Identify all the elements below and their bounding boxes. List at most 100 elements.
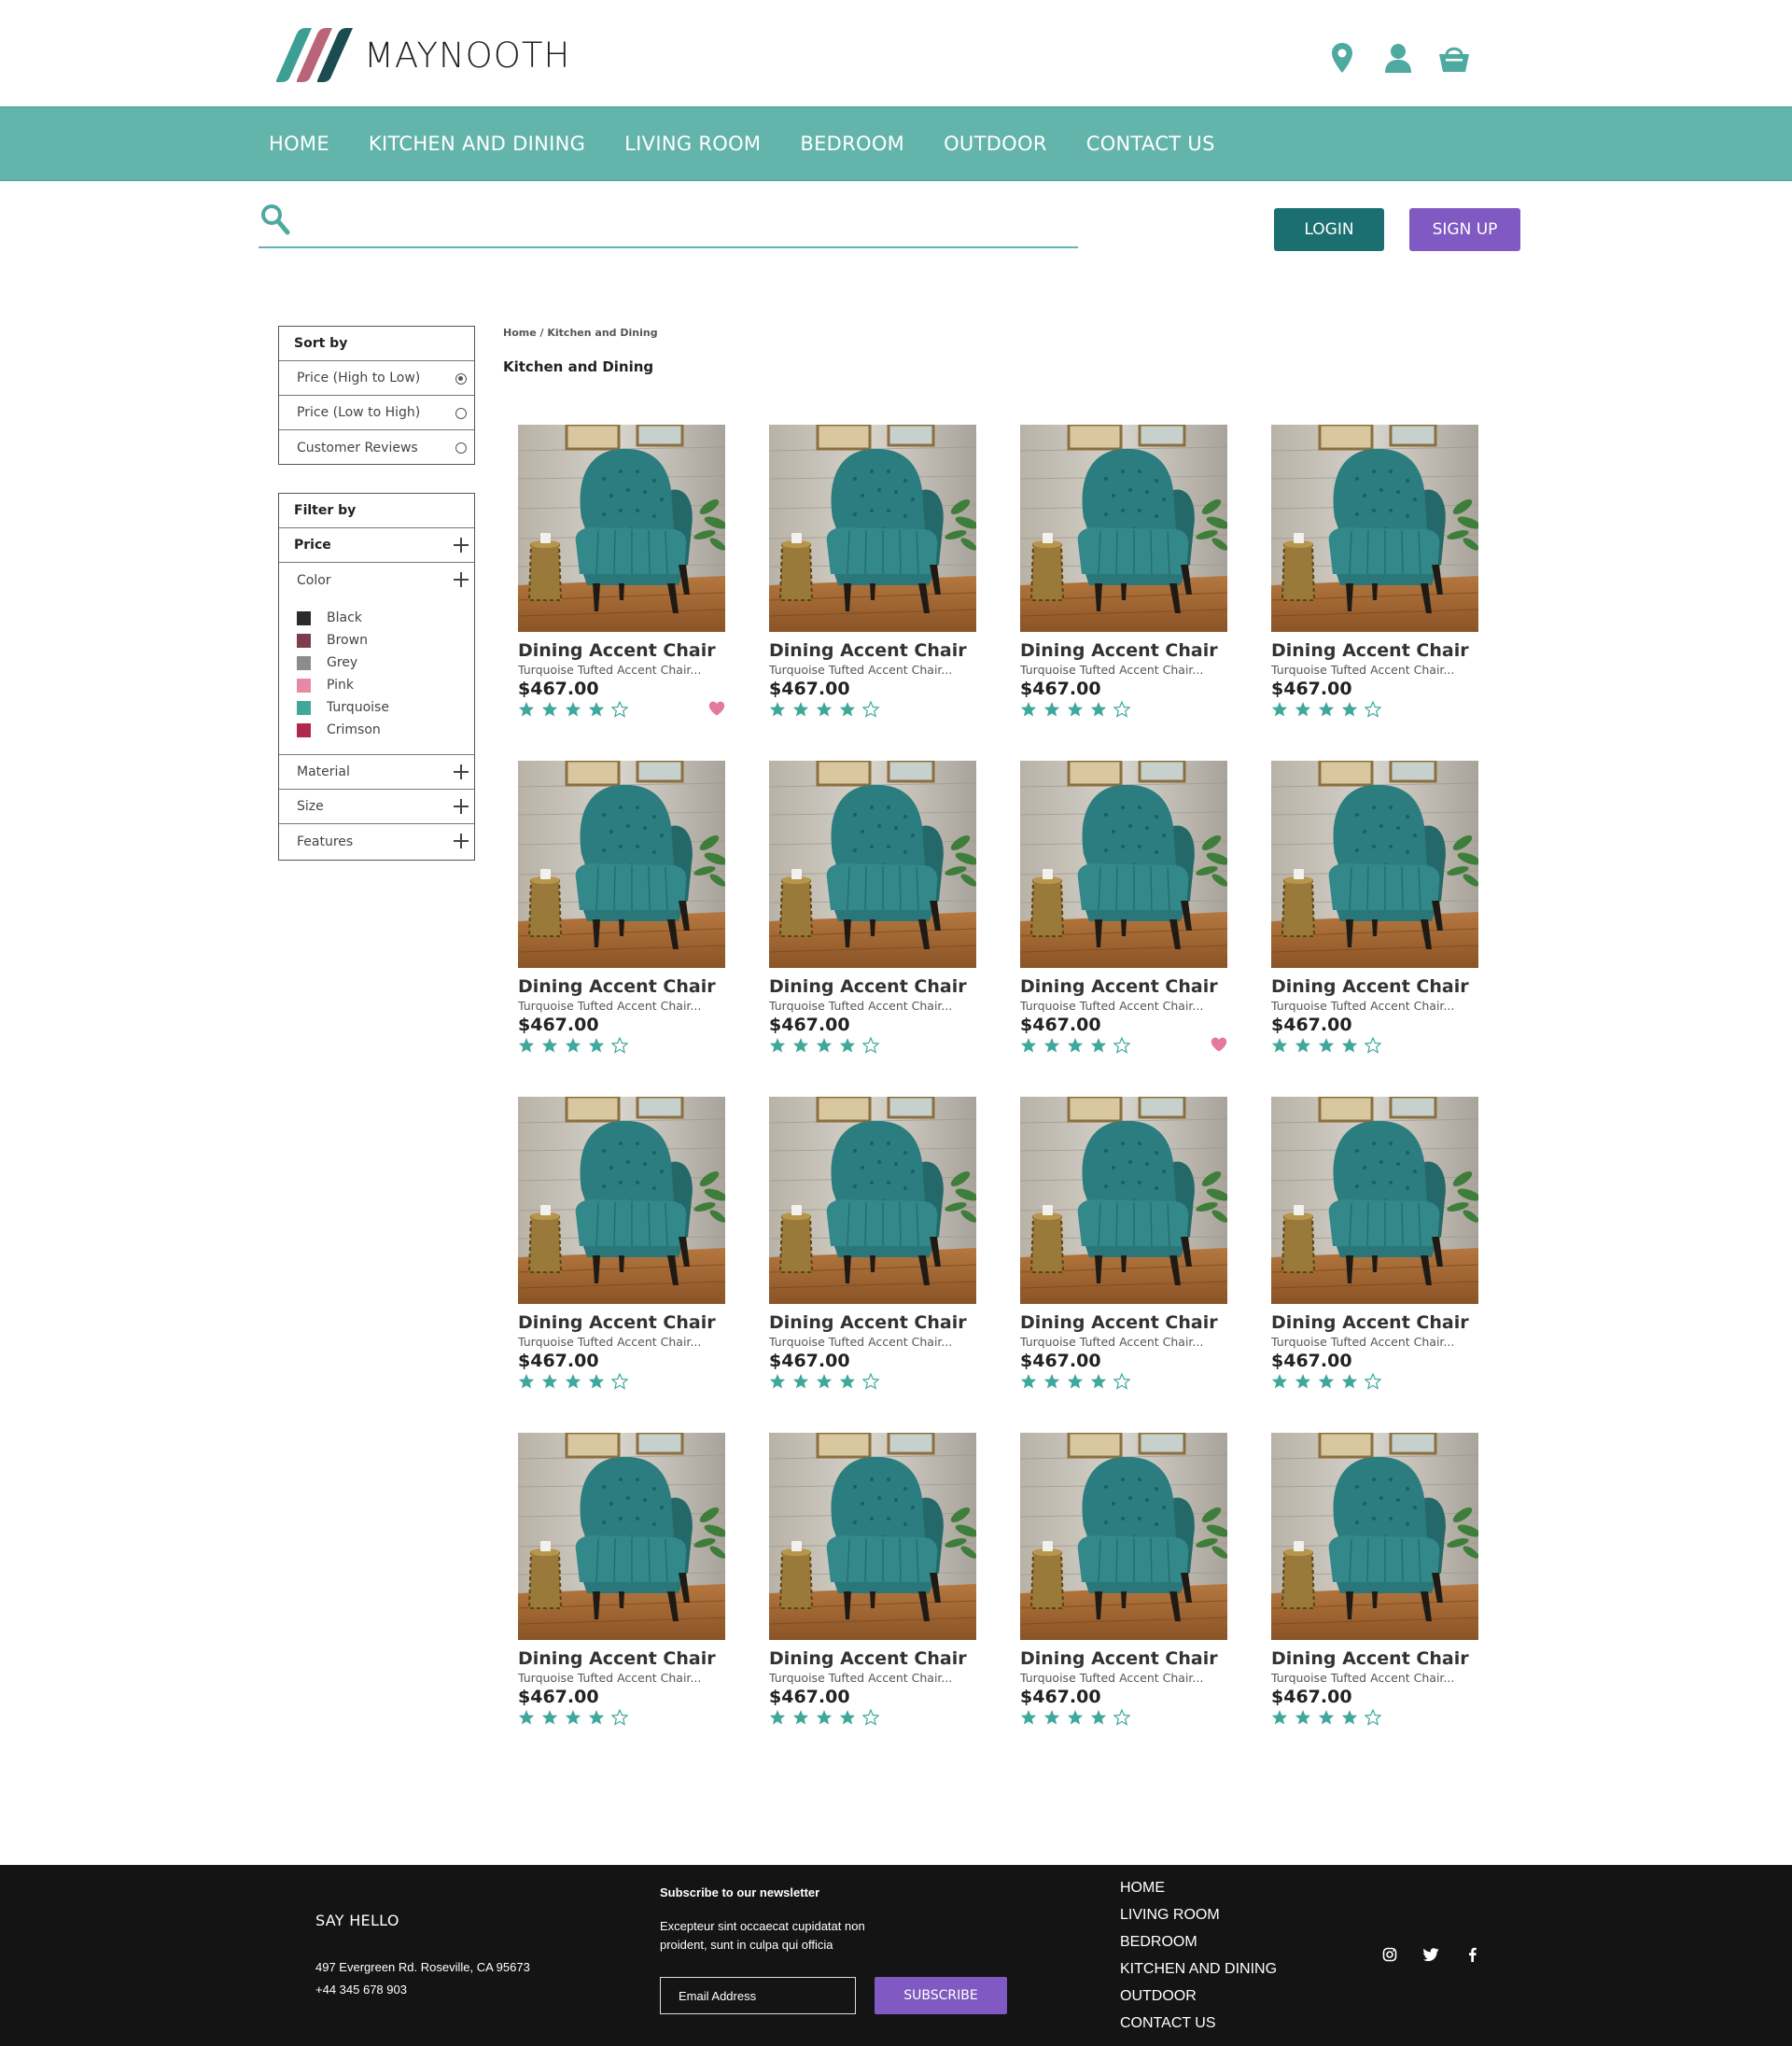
product-card[interactable]: Dining Accent Chair Turquoise Tufted Acce… <box>769 425 976 718</box>
expand-plus-icon[interactable] <box>454 834 469 848</box>
footer-link-contact-us[interactable]: CONTACT US <box>1120 2014 1277 2041</box>
footer-link-outdoor[interactable]: OUTDOOR <box>1120 1987 1277 2014</box>
product-image[interactable] <box>518 1433 725 1640</box>
footer-link-home[interactable]: HOME <box>1120 1879 1277 1906</box>
product-card[interactable]: Dining Accent Chair Turquoise Tufted Acce… <box>1020 425 1227 718</box>
product-name[interactable]: Dining Accent Chair <box>769 640 976 661</box>
nav-item-contact-us[interactable]: CONTACT US <box>1086 133 1215 155</box>
expand-plus-icon[interactable] <box>454 764 469 779</box>
product-image[interactable] <box>769 425 976 632</box>
sort-option-customer-reviews[interactable]: Customer Reviews <box>279 430 474 465</box>
heart-favorite-icon[interactable] <box>708 701 725 716</box>
product-name[interactable]: Dining Accent Chair <box>769 976 976 997</box>
expand-plus-icon[interactable] <box>454 799 469 814</box>
product-name[interactable]: Dining Accent Chair <box>518 640 725 661</box>
product-image[interactable] <box>1271 1433 1478 1640</box>
product-card[interactable]: Dining Accent Chair Turquoise Tufted Acce… <box>518 761 725 1054</box>
product-image[interactable] <box>769 1097 976 1304</box>
search-input[interactable] <box>305 203 1061 237</box>
sort-option-price-low-high[interactable]: Price (Low to High) <box>279 396 474 430</box>
product-name[interactable]: Dining Accent Chair <box>1271 1648 1478 1669</box>
nav-item-bedroom[interactable]: BEDROOM <box>800 133 904 155</box>
product-image[interactable] <box>1271 1097 1478 1304</box>
filter-material[interactable]: Material <box>279 755 474 790</box>
login-button[interactable]: LOGIN <box>1274 208 1384 251</box>
product-name[interactable]: Dining Accent Chair <box>518 976 725 997</box>
sort-option-price-high-low[interactable]: Price (High to Low) <box>279 361 474 396</box>
user-icon[interactable] <box>1381 39 1415 77</box>
radio-selected-icon[interactable] <box>455 373 467 385</box>
breadcrumb-home[interactable]: Home <box>503 327 537 339</box>
footer-link-living-room[interactable]: LIVING ROOM <box>1120 1906 1277 1933</box>
color-option-brown[interactable]: Brown <box>297 629 474 652</box>
color-option-turquoise[interactable]: Turquoise <box>297 696 474 719</box>
color-option-crimson[interactable]: Crimson <box>297 719 474 741</box>
instagram-icon[interactable] <box>1381 1946 1398 1963</box>
product-card[interactable]: Dining Accent Chair Turquoise Tufted Acce… <box>769 1433 976 1726</box>
product-name[interactable]: Dining Accent Chair <box>769 1312 976 1333</box>
expand-plus-icon[interactable] <box>454 538 469 553</box>
product-name[interactable]: Dining Accent Chair <box>1020 976 1227 997</box>
product-image[interactable] <box>769 1433 976 1640</box>
product-card[interactable]: Dining Accent Chair Turquoise Tufted Acce… <box>1271 761 1478 1054</box>
product-card[interactable]: Dining Accent Chair Turquoise Tufted Acce… <box>1271 1097 1478 1390</box>
product-card[interactable]: Dining Accent Chair Turquoise Tufted Acce… <box>1020 761 1227 1054</box>
nav-item-outdoor[interactable]: OUTDOOR <box>944 133 1047 155</box>
twitter-icon[interactable] <box>1422 1946 1439 1963</box>
product-name[interactable]: Dining Accent Chair <box>1020 640 1227 661</box>
nav-item-living-room[interactable]: LIVING ROOM <box>624 133 761 155</box>
product-card[interactable]: Dining Accent Chair Turquoise Tufted Acce… <box>518 425 725 718</box>
expand-plus-icon[interactable] <box>454 572 469 587</box>
product-name[interactable]: Dining Accent Chair <box>1271 640 1478 661</box>
product-card[interactable]: Dining Accent Chair Turquoise Tufted Acce… <box>769 761 976 1054</box>
star-empty-icon <box>1365 701 1381 718</box>
product-card[interactable]: Dining Accent Chair Turquoise Tufted Acce… <box>1020 1097 1227 1390</box>
product-image[interactable] <box>1020 1097 1227 1304</box>
product-image[interactable] <box>1020 425 1227 632</box>
product-card[interactable]: Dining Accent Chair Turquoise Tufted Acce… <box>769 1097 976 1390</box>
product-card[interactable]: Dining Accent Chair Turquoise Tufted Acce… <box>1020 1433 1227 1726</box>
product-image[interactable] <box>1020 761 1227 968</box>
product-name[interactable]: Dining Accent Chair <box>518 1648 725 1669</box>
product-name[interactable]: Dining Accent Chair <box>769 1648 976 1669</box>
product-card[interactable]: Dining Accent Chair Turquoise Tufted Acce… <box>1271 425 1478 718</box>
subscribe-button[interactable]: SUBSCRIBE <box>875 1977 1007 2014</box>
shopping-basket-icon[interactable] <box>1437 39 1471 77</box>
footer-link-bedroom[interactable]: BEDROOM <box>1120 1933 1277 1960</box>
color-option-pink[interactable]: Pink <box>297 674 474 696</box>
product-image[interactable] <box>518 425 725 632</box>
radio-icon[interactable] <box>455 442 467 454</box>
filter-features[interactable]: Features <box>279 824 474 859</box>
newsletter-email-input[interactable] <box>660 1977 856 2014</box>
product-name[interactable]: Dining Accent Chair <box>1020 1312 1227 1333</box>
product-card[interactable]: Dining Accent Chair Turquoise Tufted Acce… <box>518 1097 725 1390</box>
product-name[interactable]: Dining Accent Chair <box>1271 1312 1478 1333</box>
product-card[interactable]: Dining Accent Chair Turquoise Tufted Acce… <box>1271 1433 1478 1726</box>
color-option-black[interactable]: Black <box>297 607 474 629</box>
product-image[interactable] <box>1271 425 1478 632</box>
filter-price[interactable]: Price <box>279 528 474 563</box>
heart-favorite-icon[interactable] <box>1211 1037 1227 1052</box>
color-option-grey[interactable]: Grey <box>297 652 474 674</box>
radio-icon[interactable] <box>455 408 467 419</box>
signup-button[interactable]: SIGN UP <box>1409 208 1520 251</box>
facebook-icon[interactable] <box>1463 1946 1480 1963</box>
product-image[interactable] <box>518 1097 725 1304</box>
filter-color[interactable]: Color <box>279 563 474 597</box>
logo[interactable]: MAYNOOTH <box>271 26 570 84</box>
filter-size[interactable]: Size <box>279 790 474 824</box>
search-icon[interactable] <box>260 203 290 235</box>
product-image[interactable] <box>518 761 725 968</box>
product-name[interactable]: Dining Accent Chair <box>1271 976 1478 997</box>
product-name[interactable]: Dining Accent Chair <box>1020 1648 1227 1669</box>
nav-item-kitchen-and-dining[interactable]: KITCHEN AND DINING <box>369 133 585 155</box>
product-image[interactable] <box>769 761 976 968</box>
nav-item-home[interactable]: HOME <box>269 133 329 155</box>
product-image[interactable] <box>1020 1433 1227 1640</box>
breadcrumb-current[interactable]: Kitchen and Dining <box>547 327 657 339</box>
location-pin-icon[interactable] <box>1325 39 1359 77</box>
footer-link-kitchen-and-dining[interactable]: KITCHEN AND DINING <box>1120 1960 1277 1987</box>
product-image[interactable] <box>1271 761 1478 968</box>
product-card[interactable]: Dining Accent Chair Turquoise Tufted Acce… <box>518 1433 725 1726</box>
product-name[interactable]: Dining Accent Chair <box>518 1312 725 1333</box>
